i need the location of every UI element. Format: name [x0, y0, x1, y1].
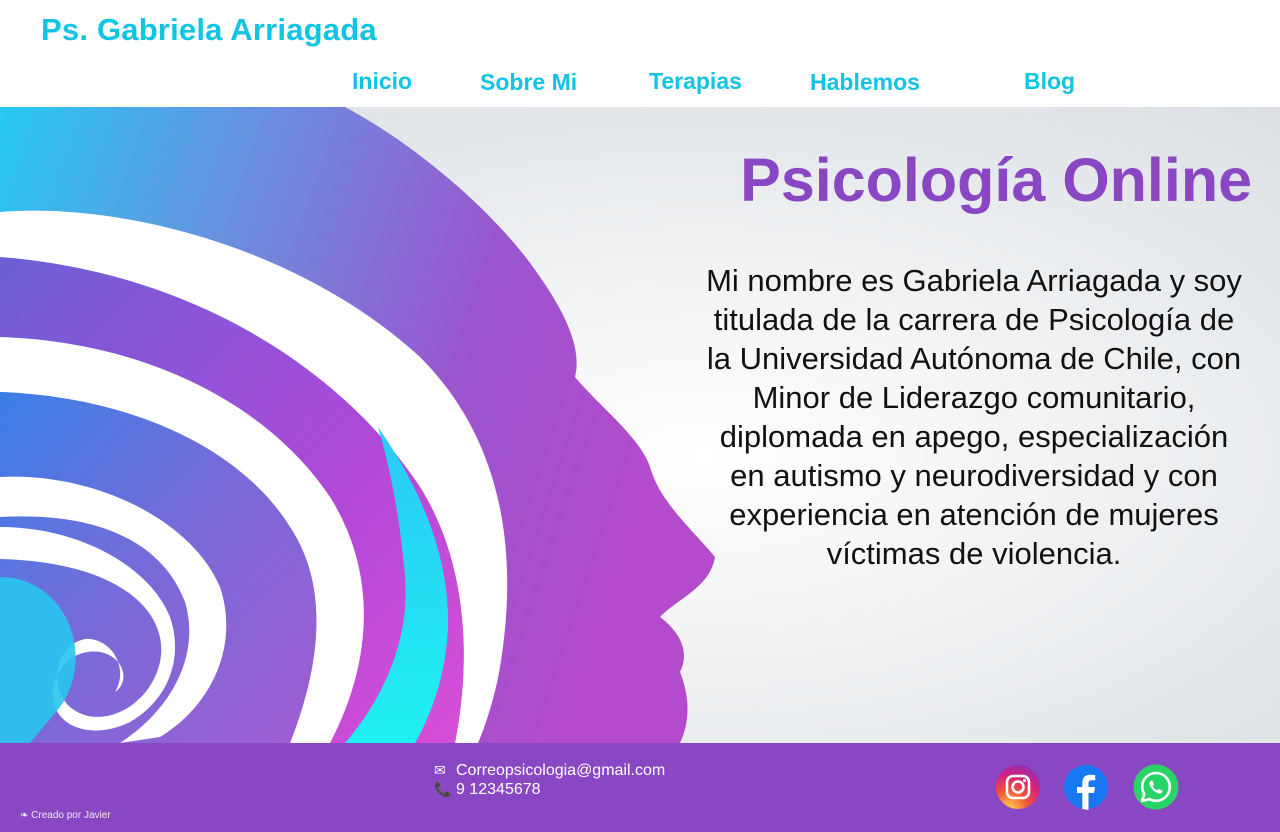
instagram-icon[interactable]	[995, 764, 1041, 810]
hero-description: Mi nombre es Gabriela Arriagada y soy ti…	[706, 263, 1242, 571]
site-footer: ✉ Correopsicologia@gmail.com 📞 9 1234567…	[0, 743, 1280, 832]
nav-blog[interactable]: Blog	[1024, 68, 1075, 95]
email-text: Correopsicologia@gmail.com	[456, 762, 666, 779]
nav-hablemos[interactable]: Hablemos	[810, 69, 920, 96]
email-row[interactable]: ✉ Correopsicologia@gmail.com	[434, 761, 665, 780]
nav-terapias[interactable]: Terapias	[649, 68, 742, 95]
facebook-icon[interactable]	[1063, 764, 1109, 810]
phone-text: 9 12345678	[456, 781, 541, 798]
site-brand[interactable]: Ps. Gabriela Arriagada	[41, 12, 377, 48]
hero-title: Psicología Online	[740, 146, 1252, 214]
credit-text: ❧ Creado por Javier	[20, 810, 111, 821]
phone-icon: 📞	[434, 781, 452, 797]
nav-sobre-mi[interactable]: Sobre Mi	[480, 69, 577, 96]
site-header: Ps. Gabriela Arriagada Inicio Sobre Mi T…	[0, 0, 1280, 107]
phone-row[interactable]: 📞 9 12345678	[434, 780, 665, 799]
whatsapp-icon[interactable]	[1133, 764, 1179, 810]
leaf-icon: ❧	[20, 810, 29, 821]
nav-inicio[interactable]: Inicio	[352, 68, 412, 95]
envelope-icon: ✉	[434, 762, 446, 778]
hero-section: Psicología Online Mi nombre es Gabriela …	[0, 107, 1280, 743]
contact-info: ✉ Correopsicologia@gmail.com 📞 9 1234567…	[434, 761, 665, 799]
